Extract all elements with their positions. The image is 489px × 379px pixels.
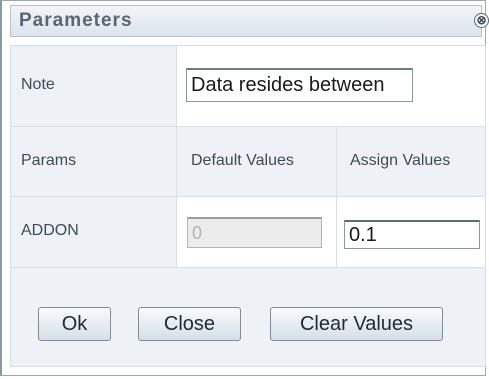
addon-label-cell: ADDON (10, 196, 177, 268)
note-label-cell: Note (10, 45, 177, 127)
clear-values-button[interactable]: Clear Values (270, 307, 443, 341)
close-icon[interactable]: ⊗ (474, 13, 489, 28)
params-label: Params (21, 152, 77, 169)
default-values-header: Default Values (191, 152, 294, 169)
addon-assign-field[interactable] (344, 220, 480, 249)
note-label: Note (21, 76, 55, 93)
close-button[interactable]: Close (138, 307, 241, 341)
addon-default-field (187, 217, 322, 248)
params-label-cell: Params (10, 126, 177, 197)
dialog-titlebar: Parameters ⊗ (10, 5, 489, 37)
note-field[interactable] (186, 68, 413, 102)
assign-values-header-cell: Assign Values (336, 126, 486, 197)
parameters-dialog: Parameters ⊗ Note Params Default Values … (0, 0, 489, 376)
addon-label: ADDON (21, 222, 79, 239)
dialog-title: Parameters (19, 10, 133, 31)
ok-button[interactable]: Ok (38, 307, 111, 341)
assign-values-header: Assign Values (350, 152, 451, 169)
default-values-header-cell: Default Values (176, 126, 337, 197)
